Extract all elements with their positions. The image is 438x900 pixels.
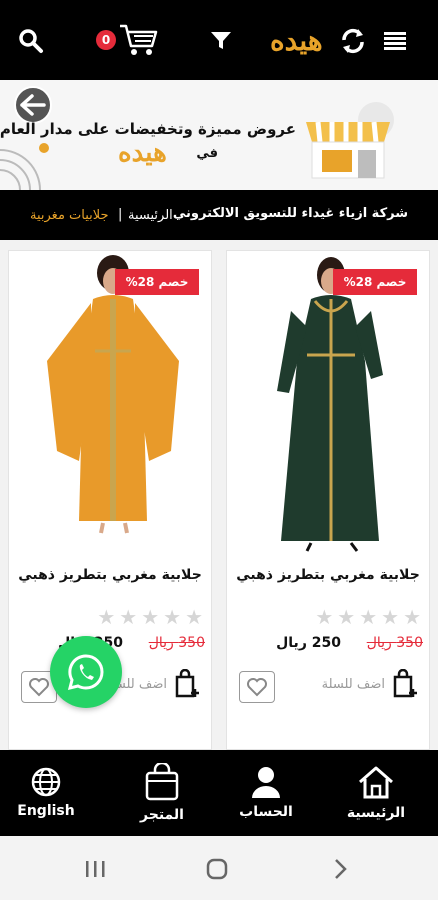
promo-banner[interactable]: عروض مميزة وتخفيضات على مدار العام في هي… <box>0 80 438 190</box>
old-price: 350 ريال <box>366 635 423 651</box>
product-image[interactable] <box>39 251 189 555</box>
nav-item-home[interactable]: الرئيسية <box>334 750 418 836</box>
nav-account-label: الحساب <box>239 804 293 820</box>
home-icon <box>359 766 393 799</box>
breadcrumb-home-link[interactable]: الرئيسية <box>128 208 173 223</box>
add-to-cart-button[interactable]: اضف للسلة <box>322 669 419 699</box>
system-nav-bar <box>0 836 438 900</box>
banner-subline: في <box>196 146 218 161</box>
nav-language-label: English <box>17 803 75 819</box>
wishlist-button[interactable] <box>239 671 275 703</box>
whatsapp-button[interactable] <box>50 636 122 708</box>
product-title[interactable]: جلابية مغربي بتطريز ذهبي <box>9 567 211 583</box>
nav-item-account[interactable]: الحساب <box>226 750 306 836</box>
star-icon: ★ <box>315 605 334 629</box>
star-icon: ★ <box>403 605 421 629</box>
star-icon: ★ <box>185 605 203 629</box>
cart-count-badge: 0 <box>96 30 116 50</box>
shopping-bag-icon <box>175 669 199 698</box>
add-to-cart-label: اضف للسلة <box>321 676 385 692</box>
company-name: شركة ازياء غيداء للتسويق الالكتروني <box>172 206 408 221</box>
whatsapp-icon <box>67 654 104 691</box>
filter-icon[interactable] <box>208 28 234 54</box>
discount-badge: خصم 28% <box>333 269 417 295</box>
shop-illustration <box>306 102 394 179</box>
shopping-bag-icon <box>145 763 179 801</box>
recent-apps-icon[interactable] <box>84 860 108 878</box>
product-image[interactable] <box>267 251 391 555</box>
heart-icon <box>29 678 49 697</box>
home-button-icon[interactable] <box>206 858 230 880</box>
user-icon <box>252 767 280 798</box>
product-card[interactable]: خصم 28% جلابية مغربي بتطريز ذهبي ★ ★ ★ ★… <box>226 250 430 750</box>
breadcrumb: شركة ازياء غيداء للتسويق الالكتروني الرئ… <box>0 190 438 240</box>
app-root: 0 هيده عروض مميزة وتخفيضات على مدار العا… <box>0 0 438 900</box>
star-icon: ★ <box>337 605 356 629</box>
rating-stars: ★ ★ ★ ★ ★ <box>97 607 203 627</box>
star-icon: ★ <box>141 605 160 629</box>
rating-stars: ★ ★ ★ ★ ★ <box>315 607 421 627</box>
product-title[interactable]: جلابية مغربي بتطريز ذهبي <box>227 567 429 583</box>
star-icon: ★ <box>97 605 116 629</box>
refresh-icon[interactable] <box>338 26 368 56</box>
star-icon: ★ <box>119 605 138 629</box>
cart-icon[interactable] <box>116 20 160 60</box>
product-price: 250 ريال <box>276 635 341 651</box>
globe-icon <box>31 767 61 797</box>
breadcrumb-separator: | <box>118 207 123 222</box>
bottom-nav: الرئيسية الحساب المتجر English <box>0 750 438 836</box>
nav-home-label: الرئيسية <box>346 805 406 821</box>
nav-item-store[interactable]: المتجر <box>122 750 202 836</box>
decoration-graphic <box>0 143 49 190</box>
menu-icon[interactable] <box>382 28 408 54</box>
banner-headline: عروض مميزة وتخفيضات على مدار العام <box>0 120 296 138</box>
heart-icon <box>247 678 267 697</box>
star-icon: ★ <box>163 605 182 629</box>
star-icon: ★ <box>381 605 400 629</box>
old-price: 350 ريال <box>148 635 205 651</box>
star-icon: ★ <box>359 605 378 629</box>
top-bar: 0 هيده <box>0 0 438 80</box>
brand-logo[interactable]: هيده <box>270 24 323 57</box>
banner-logo: هيده <box>118 138 167 168</box>
discount-badge: خصم 28% <box>115 269 199 295</box>
nav-item-language[interactable]: English <box>8 750 84 836</box>
shopping-bag-icon <box>393 669 417 698</box>
back-button[interactable] <box>14 86 52 124</box>
back-nav-icon[interactable] <box>332 858 348 880</box>
breadcrumb-current-category: جلابيات مغربية <box>30 208 109 223</box>
nav-store-label: المتجر <box>140 807 184 823</box>
search-icon[interactable] <box>16 26 46 56</box>
